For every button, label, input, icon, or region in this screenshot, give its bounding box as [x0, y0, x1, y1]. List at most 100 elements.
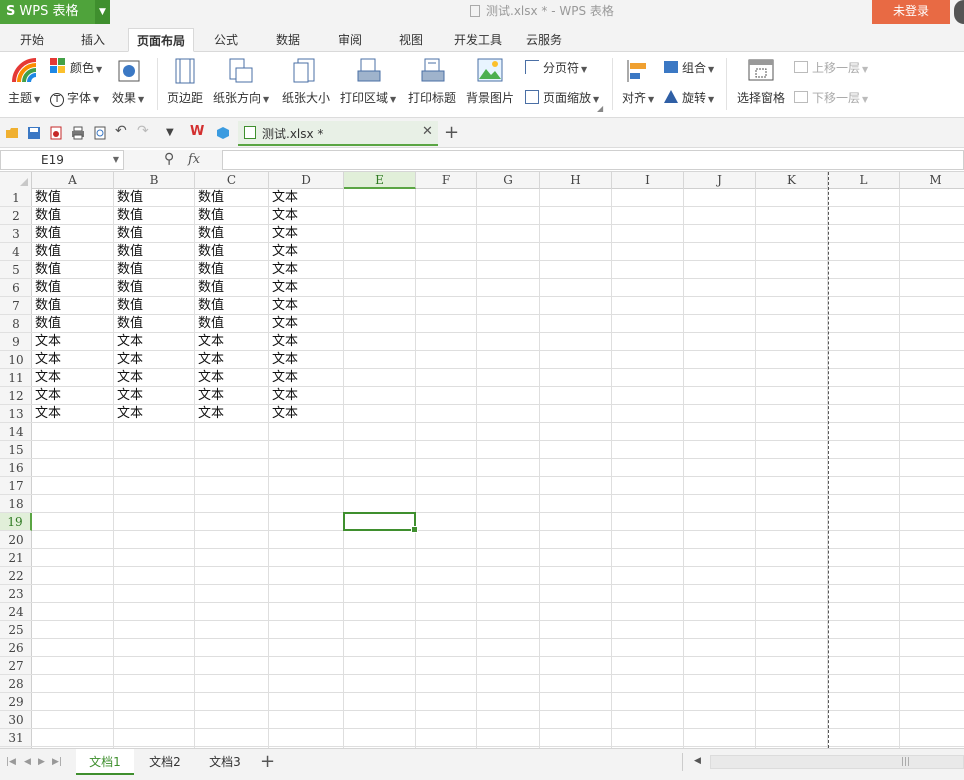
- customize-dropdown-icon[interactable]: ▼: [166, 127, 180, 141]
- close-tab-icon[interactable]: ✕: [422, 124, 433, 139]
- row-header[interactable]: 27: [0, 657, 32, 675]
- tab-insert[interactable]: 插入: [73, 28, 113, 52]
- send-backward-button[interactable]: 下移一层 ▼: [794, 89, 868, 106]
- add-sheet-icon[interactable]: +: [260, 751, 275, 772]
- cell[interactable]: 文本: [32, 351, 114, 369]
- tab-view[interactable]: 视图: [391, 28, 431, 52]
- cell[interactable]: 文本: [114, 369, 195, 387]
- print-icon[interactable]: [71, 126, 85, 140]
- page-setup-launcher-icon[interactable]: ◢: [597, 104, 603, 113]
- cell[interactable]: 数值: [32, 261, 114, 279]
- align-button[interactable]: 对齐 ▼: [622, 89, 654, 106]
- help-icon[interactable]: [954, 0, 964, 24]
- undo-icon[interactable]: ↶: [115, 123, 129, 139]
- row-header[interactable]: 30: [0, 711, 32, 729]
- cell[interactable]: 文本: [195, 387, 269, 405]
- select-all-corner[interactable]: [0, 172, 32, 189]
- cell[interactable]: 文本: [269, 207, 344, 225]
- column-header[interactable]: J: [684, 172, 756, 189]
- formula-input[interactable]: [222, 150, 964, 170]
- selection-pane-button[interactable]: 选择窗格: [737, 89, 785, 106]
- cell[interactable]: 文本: [114, 387, 195, 405]
- page-break-button[interactable]: 分页符 ▼: [525, 59, 587, 76]
- cloud-docs-icon[interactable]: [216, 126, 230, 140]
- column-header[interactable]: A: [32, 172, 114, 189]
- cell[interactable]: 文本: [114, 351, 195, 369]
- tab-developer[interactable]: 开发工具: [446, 28, 510, 52]
- theme-button[interactable]: 主题 ▼: [8, 89, 40, 106]
- column-header[interactable]: D: [269, 172, 344, 189]
- cell[interactable]: 文本: [269, 261, 344, 279]
- column-header[interactable]: G: [477, 172, 540, 189]
- paper-size-button[interactable]: 纸张大小: [282, 89, 330, 106]
- row-header[interactable]: 2: [0, 207, 32, 225]
- row-header[interactable]: 16: [0, 459, 32, 477]
- cell[interactable]: 文本: [269, 243, 344, 261]
- cell[interactable]: 数值: [32, 297, 114, 315]
- wps-menu-button[interactable]: S WPS 表格: [0, 0, 95, 24]
- cell[interactable]: 文本: [114, 333, 195, 351]
- cell[interactable]: 数值: [114, 279, 195, 297]
- row-header[interactable]: 22: [0, 567, 32, 585]
- row-header[interactable]: 19: [0, 513, 32, 531]
- column-header[interactable]: E: [344, 172, 416, 189]
- cell[interactable]: 文本: [269, 351, 344, 369]
- cell[interactable]: 数值: [195, 225, 269, 243]
- column-header[interactable]: I: [612, 172, 684, 189]
- cell[interactable]: 文本: [195, 333, 269, 351]
- cell[interactable]: 数值: [195, 243, 269, 261]
- row-header[interactable]: 6: [0, 279, 32, 297]
- background-image-button[interactable]: 背景图片: [466, 89, 514, 106]
- row-header[interactable]: 26: [0, 639, 32, 657]
- cell[interactable]: 文本: [269, 387, 344, 405]
- row-header[interactable]: 12: [0, 387, 32, 405]
- tab-review[interactable]: 审阅: [330, 28, 370, 52]
- cell[interactable]: 文本: [195, 351, 269, 369]
- theme-icon[interactable]: [12, 58, 38, 87]
- row-header[interactable]: 5: [0, 261, 32, 279]
- cell[interactable]: 数值: [32, 279, 114, 297]
- tab-cloud-services[interactable]: 云服务: [518, 28, 570, 52]
- print-preview-icon[interactable]: [93, 126, 107, 140]
- sheet-tab-1[interactable]: 文档1: [76, 749, 134, 775]
- name-box[interactable]: E19 ▼: [0, 150, 124, 170]
- group-button[interactable]: 组合 ▼: [664, 59, 714, 76]
- tab-start[interactable]: 开始: [12, 28, 52, 52]
- cell[interactable]: 数值: [32, 189, 114, 207]
- margins-button[interactable]: 页边距: [167, 89, 203, 106]
- row-header[interactable]: 8: [0, 315, 32, 333]
- cell[interactable]: 文本: [269, 279, 344, 297]
- row-header[interactable]: 4: [0, 243, 32, 261]
- selected-cell[interactable]: [343, 512, 418, 533]
- wps-menu-dropdown-icon[interactable]: ▼: [95, 0, 110, 24]
- row-header[interactable]: 9: [0, 333, 32, 351]
- scroll-left-icon[interactable]: ◀: [694, 756, 701, 766]
- row-header[interactable]: 21: [0, 549, 32, 567]
- column-header[interactable]: L: [828, 172, 900, 189]
- column-header[interactable]: F: [416, 172, 477, 189]
- bring-forward-button[interactable]: 上移一层 ▼: [794, 59, 868, 76]
- row-header[interactable]: 3: [0, 225, 32, 243]
- row-header[interactable]: 25: [0, 621, 32, 639]
- redo-icon[interactable]: ↷: [137, 123, 151, 139]
- cell[interactable]: 文本: [269, 405, 344, 423]
- cell[interactable]: 数值: [195, 279, 269, 297]
- cell[interactable]: 文本: [269, 297, 344, 315]
- login-button[interactable]: 未登录: [872, 0, 950, 24]
- save-icon[interactable]: [27, 126, 41, 140]
- row-header[interactable]: 23: [0, 585, 32, 603]
- export-pdf-icon[interactable]: [49, 126, 63, 140]
- effect-button[interactable]: 效果 ▼: [112, 89, 144, 106]
- cell[interactable]: 文本: [269, 369, 344, 387]
- cell[interactable]: 数值: [114, 297, 195, 315]
- page-zoom-button[interactable]: 页面缩放 ▼: [525, 89, 599, 106]
- cell[interactable]: 数值: [114, 225, 195, 243]
- cell[interactable]: 文本: [195, 369, 269, 387]
- horizontal-scrollbar[interactable]: |||: [710, 755, 964, 769]
- cell[interactable]: 文本: [32, 369, 114, 387]
- row-header[interactable]: 1: [0, 189, 32, 207]
- font-button[interactable]: T 字体 ▼: [50, 89, 99, 107]
- next-sheet-icon[interactable]: ▶: [38, 757, 45, 767]
- cell[interactable]: 文本: [114, 405, 195, 423]
- cell[interactable]: 文本: [32, 387, 114, 405]
